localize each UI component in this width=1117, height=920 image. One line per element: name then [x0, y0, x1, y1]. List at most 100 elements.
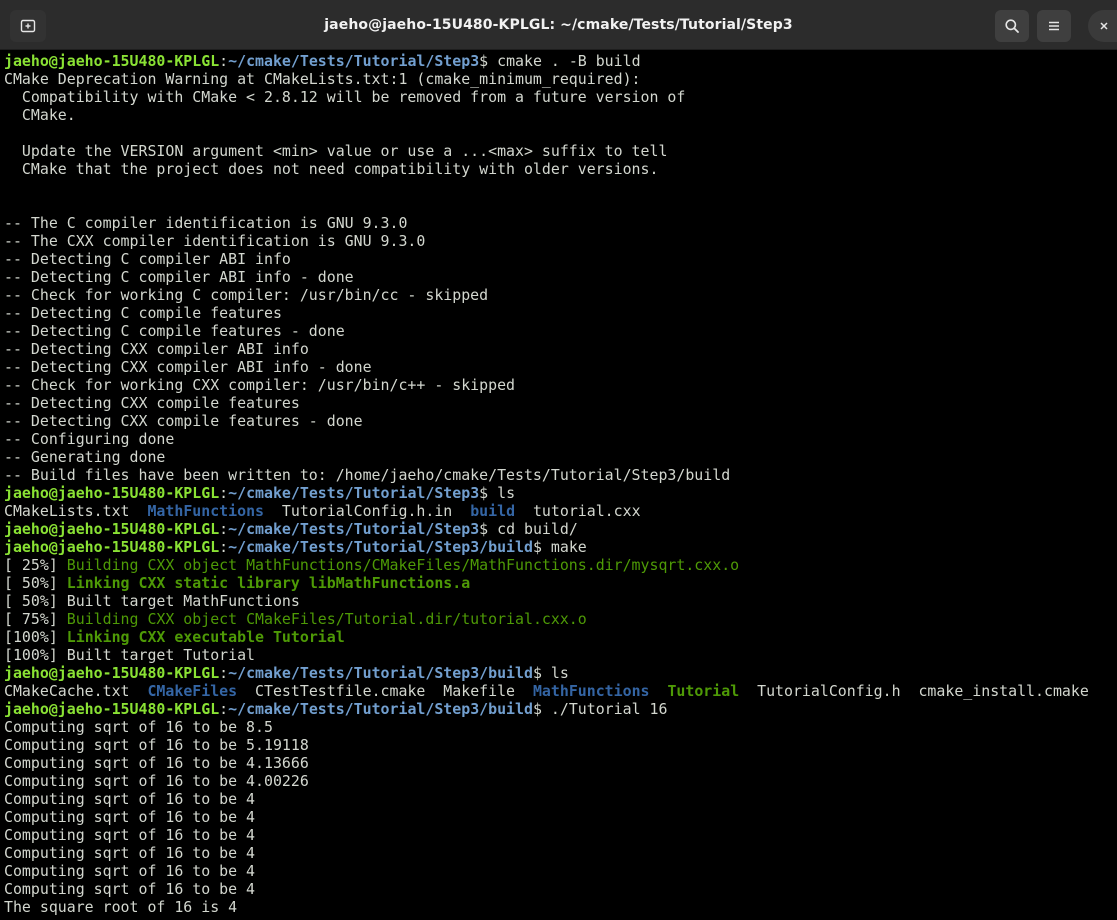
terminal-line: CMake Deprecation Warning at CMakeLists.…	[4, 70, 1117, 88]
window-titlebar[interactable]: jaeho@jaeho-15U480-KPLGL: ~/cmake/Tests/…	[0, 0, 1117, 50]
terminal-line: -- Detecting C compiler ABI info	[4, 250, 1117, 268]
terminal-text: CMakeFiles	[147, 682, 238, 700]
terminal-line: [ 50%] Linking CXX static library libMat…	[4, 574, 1117, 592]
terminal-text: -- Configuring done	[4, 430, 175, 448]
terminal-text: -- Detecting CXX compiler ABI info	[4, 340, 309, 358]
terminal-line: Computing sqrt of 16 to be 5.19118	[4, 736, 1117, 754]
terminal-text: [ 75%]	[4, 610, 67, 628]
terminal-line: -- Detecting CXX compiler ABI info - don…	[4, 358, 1117, 376]
terminal-text: ~/cmake/Tests/Tutorial/Step3	[228, 52, 480, 70]
terminal-text: [100%] Built target Tutorial	[4, 646, 256, 664]
terminal-text: jaeho@jaeho-15U480-KPLGL	[4, 520, 220, 538]
terminal-text: $ ls	[479, 484, 516, 502]
terminal-line: Compatibility with CMake < 2.8.12 will b…	[4, 88, 1117, 106]
terminal-text: jaeho@jaeho-15U480-KPLGL	[4, 484, 220, 502]
terminal-line: -- Generating done	[4, 448, 1117, 466]
terminal-line: -- Detecting CXX compile features	[4, 394, 1117, 412]
terminal-text: [ 50%] Built target MathFunctions	[4, 592, 300, 610]
terminal-line: -- The CXX compiler identification is GN…	[4, 232, 1117, 250]
terminal-line: Update the VERSION argument <min> value …	[4, 142, 1117, 160]
terminal-text: -- The CXX compiler identification is GN…	[4, 232, 426, 250]
terminal-text: jaeho@jaeho-15U480-KPLGL	[4, 52, 220, 70]
terminal-line: Computing sqrt of 16 to be 4	[4, 826, 1117, 844]
terminal-text: [ 25%]	[4, 556, 67, 574]
terminal-line: Computing sqrt of 16 to be 4	[4, 844, 1117, 862]
terminal-text: -- Detecting CXX compiler ABI info - don…	[4, 358, 372, 376]
terminal-line: [ 75%] Building CXX object CMakeFiles/Tu…	[4, 610, 1117, 628]
terminal-text: -- Build files have been written to: /ho…	[4, 466, 731, 484]
terminal-text: [100%]	[4, 628, 67, 646]
terminal-text: -- Detecting C compiler ABI info	[4, 250, 291, 268]
terminal-text: -- Detecting C compile features - done	[4, 322, 345, 340]
terminal-text: -- The C compiler identification is GNU …	[4, 214, 408, 232]
terminal-line: [100%] Linking CXX executable Tutorial	[4, 628, 1117, 646]
terminal-line: -- The C compiler identification is GNU …	[4, 214, 1117, 232]
terminal-text: Building CXX object MathFunctions/CMakeF…	[66, 556, 740, 574]
terminal-text: Computing sqrt of 16 to be 4.00226	[4, 772, 309, 790]
terminal-text: Computing sqrt of 16 to be 4	[4, 844, 256, 862]
terminal-line: -- Check for working C compiler: /usr/bi…	[4, 286, 1117, 304]
menu-button[interactable]	[1037, 10, 1071, 42]
terminal-line: jaeho@jaeho-15U480-KPLGL:~/cmake/Tests/T…	[4, 484, 1117, 502]
terminal-text: ~/cmake/Tests/Tutorial/Step3/build	[228, 538, 533, 556]
terminal-text: Computing sqrt of 16 to be 4	[4, 808, 256, 826]
terminal-text: Building CXX object CMakeFiles/Tutorial.…	[66, 610, 587, 628]
terminal-text: ~/cmake/Tests/Tutorial/Step3/build	[228, 700, 533, 718]
terminal-text: CTestTestfile.cmake Makefile	[237, 682, 533, 700]
terminal-line: -- Detecting C compile features - done	[4, 322, 1117, 340]
terminal-line: Computing sqrt of 16 to be 8.5	[4, 718, 1117, 736]
terminal-text: Linking CXX executable Tutorial	[66, 628, 345, 646]
terminal-text: :	[219, 52, 229, 70]
terminal-line: Computing sqrt of 16 to be 4.00226	[4, 772, 1117, 790]
terminal-text: CMakeCache.txt	[4, 682, 148, 700]
terminal-text: :	[219, 538, 229, 556]
terminal-text: Computing sqrt of 16 to be 4.13666	[4, 754, 309, 772]
terminal-text: Compatibility with CMake < 2.8.12 will b…	[4, 88, 686, 106]
terminal-line: -- Build files have been written to: /ho…	[4, 466, 1117, 484]
search-button[interactable]	[995, 10, 1029, 42]
terminal-text: Computing sqrt of 16 to be 5.19118	[4, 736, 309, 754]
terminal-text: CMake.	[4, 106, 76, 124]
terminal-text: $ ./Tutorial 16	[532, 700, 668, 718]
terminal-text: ~/cmake/Tests/Tutorial/Step3/build	[228, 664, 533, 682]
terminal-line: jaeho@jaeho-15U480-KPLGL:~/cmake/Tests/T…	[4, 664, 1117, 682]
search-icon	[1005, 19, 1019, 33]
terminal-text: $ cmake . -B build	[479, 52, 641, 70]
terminal-text: Update the VERSION argument <min> value …	[4, 142, 668, 160]
terminal-text: jaeho@jaeho-15U480-KPLGL	[4, 700, 220, 718]
terminal-line: CMakeLists.txt MathFunctions TutorialCon…	[4, 502, 1117, 520]
terminal-text: Computing sqrt of 16 to be 4	[4, 826, 256, 844]
terminal-text: MathFunctions	[532, 682, 650, 700]
terminal-line: Computing sqrt of 16 to be 4	[4, 790, 1117, 808]
terminal-line: -- Detecting CXX compile features - done	[4, 412, 1117, 430]
terminal-line: CMake that the project does not need com…	[4, 160, 1117, 178]
terminal-line: CMake.	[4, 106, 1117, 124]
terminal-text: :	[219, 664, 229, 682]
terminal-text: :	[219, 700, 229, 718]
terminal-line: Computing sqrt of 16 to be 4.13666	[4, 754, 1117, 772]
close-button[interactable]	[1088, 10, 1117, 42]
terminal-line: Computing sqrt of 16 to be 4	[4, 808, 1117, 826]
terminal-line: -- Detecting CXX compiler ABI info	[4, 340, 1117, 358]
terminal-text: Computing sqrt of 16 to be 4	[4, 862, 256, 880]
close-icon	[1100, 22, 1108, 30]
terminal-text: CMake that the project does not need com…	[4, 160, 659, 178]
terminal-text: TutorialConfig.h cmake_install.cmake	[739, 682, 1089, 700]
terminal-line: The square root of 16 is 4	[4, 898, 1117, 916]
terminal-text: ~/cmake/Tests/Tutorial/Step3	[228, 484, 480, 502]
terminal-line: jaeho@jaeho-15U480-KPLGL:~/cmake/Tests/T…	[4, 538, 1117, 556]
terminal-output[interactable]: jaeho@jaeho-15U480-KPLGL:~/cmake/Tests/T…	[0, 50, 1117, 920]
terminal-text: -- Generating done	[4, 448, 166, 466]
terminal-text: tutorial.cxx	[515, 502, 641, 520]
terminal-text: [ 50%]	[4, 574, 67, 592]
terminal-line: [ 50%] Built target MathFunctions	[4, 592, 1117, 610]
terminal-text: jaeho@jaeho-15U480-KPLGL	[4, 664, 220, 682]
terminal-text: -- Check for working CXX compiler: /usr/…	[4, 376, 516, 394]
terminal-text: :	[219, 484, 229, 502]
terminal-text: Computing sqrt of 16 to be 4	[4, 790, 256, 808]
terminal-line: jaeho@jaeho-15U480-KPLGL:~/cmake/Tests/T…	[4, 52, 1117, 70]
